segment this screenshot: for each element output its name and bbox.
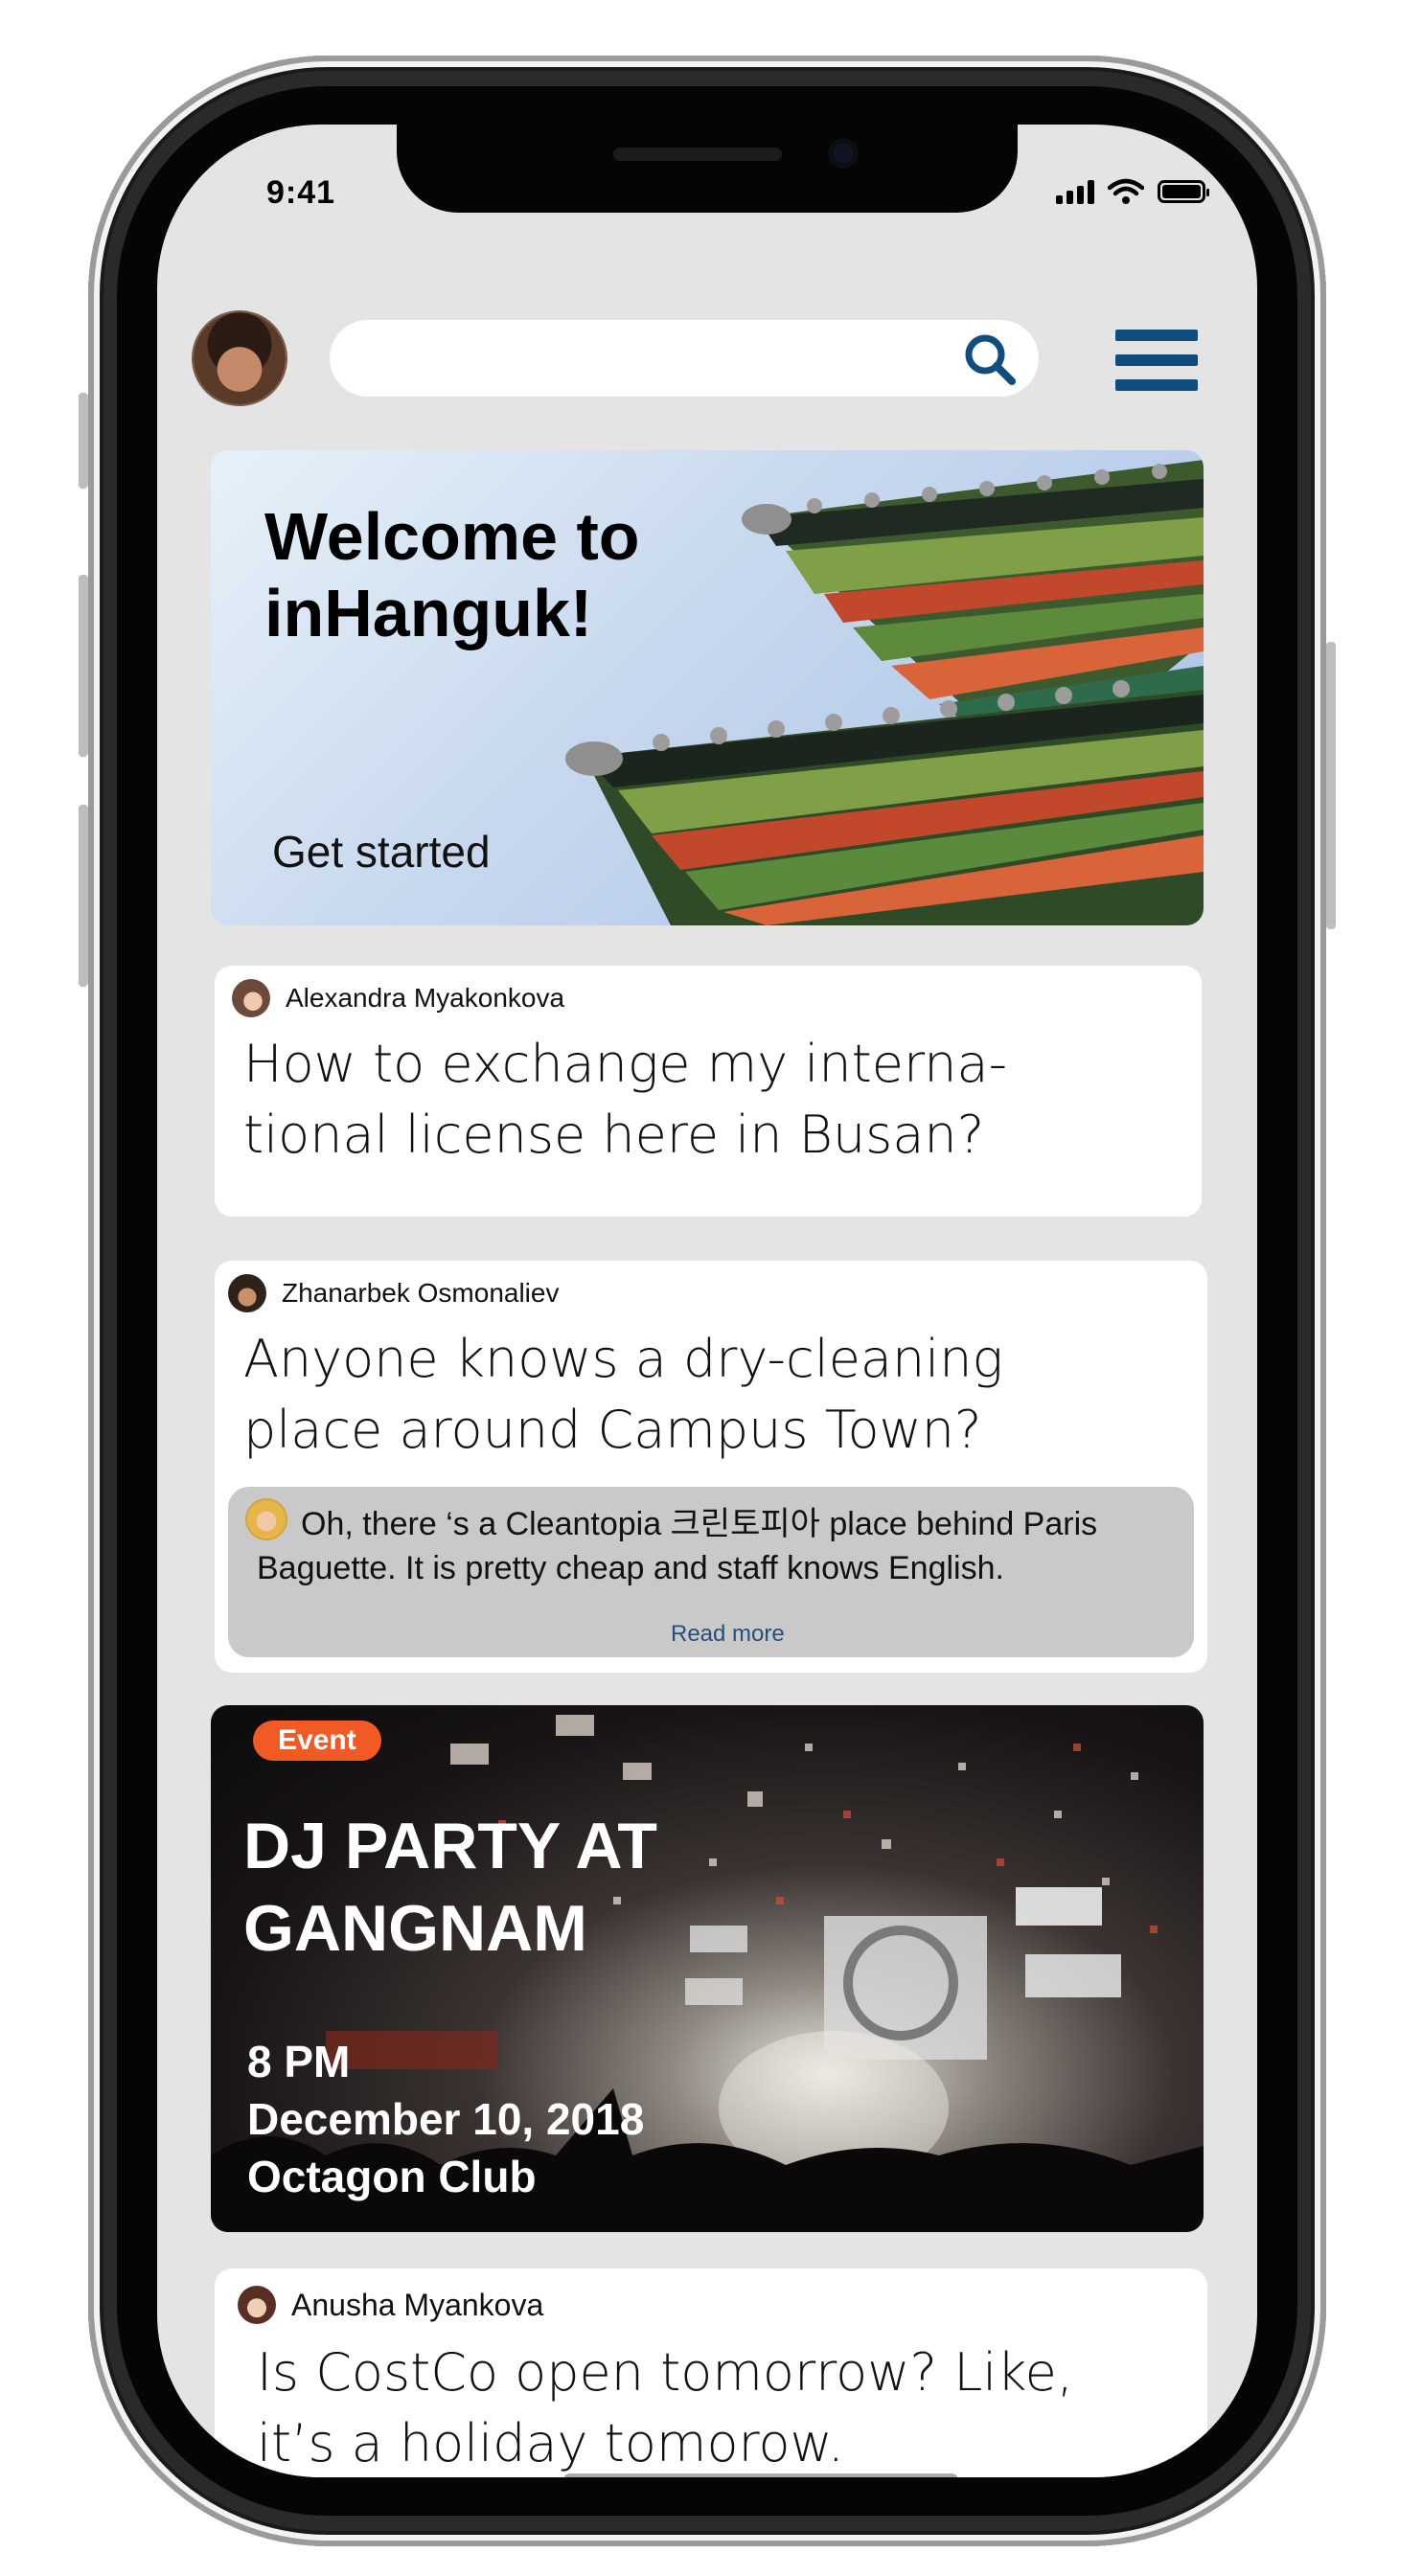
post-question: How to exchange my interna- tional licen… — [243, 1034, 1008, 1165]
author-avatar — [228, 1274, 266, 1312]
author-avatar — [232, 979, 270, 1017]
volume-down-button — [79, 805, 88, 987]
event-badge: Event — [253, 1721, 381, 1761]
author-avatar — [238, 2286, 276, 2324]
search-bar[interactable] — [330, 320, 1039, 397]
power-button — [1326, 642, 1336, 929]
battery-icon — [1158, 180, 1209, 203]
notch — [397, 125, 1018, 213]
reply-text: Oh, there ‘s a Cleantopia 크린토피아 place be… — [257, 1506, 1098, 1586]
post-card[interactable]: Alexandra Myakonkova How to exchange my … — [215, 966, 1202, 1217]
read-more-link[interactable]: Read more — [671, 1621, 785, 1648]
post-question: Is CostCo open tomorrow? Like, it’s a ho… — [257, 2342, 1074, 2473]
front-camera — [828, 138, 859, 169]
post-author[interactable]: Anusha Myankova — [238, 2286, 543, 2324]
wifi-icon — [1108, 178, 1144, 204]
home-indicator[interactable] — [563, 2473, 958, 2477]
event-date: December 10, 2018 — [247, 2094, 645, 2144]
search-input[interactable] — [358, 335, 937, 383]
search-icon[interactable] — [960, 330, 1020, 389]
author-name: Alexandra Myakonkova — [286, 983, 565, 1013]
author-name: Anusha Myankova — [291, 2287, 544, 2322]
app-screen: 9:41 Welcome to inHanguk! Get started Al… — [157, 125, 1257, 2477]
hamburger-menu-icon[interactable] — [1115, 330, 1198, 391]
event-title: DJ PARTY AT GANGNAM — [243, 1805, 657, 1970]
event-time: 8 PM — [247, 2037, 351, 2086]
welcome-card[interactable]: Welcome to inHanguk! Get started — [211, 450, 1204, 925]
event-title-line: DJ PARTY AT — [243, 1810, 657, 1882]
author-name: Zhanarbek Osmonaliev — [282, 1278, 560, 1308]
event-venue: Octagon Club — [247, 2152, 537, 2201]
earpiece-speaker — [613, 148, 782, 161]
welcome-title: Welcome to inHanguk! — [264, 499, 640, 650]
event-card[interactable]: Event DJ PARTY AT GANGNAM 8 PM December … — [211, 1705, 1204, 2232]
event-details: 8 PM December 10, 2018 Octagon Club — [247, 2033, 644, 2205]
post-card[interactable]: Zhanarbek Osmonaliev Anyone knows a dry-… — [215, 1261, 1207, 1673]
volume-up-button — [79, 575, 88, 757]
cellular-signal-icon — [1056, 179, 1094, 204]
silent-switch — [79, 393, 88, 489]
status-icons — [1056, 178, 1209, 205]
user-avatar[interactable] — [194, 312, 286, 404]
post-card[interactable]: Anusha Myankova Is CostCo open tomorrow?… — [215, 2268, 1207, 2477]
post-question: Anyone knows a dry-cleaning place around… — [243, 1329, 1003, 1460]
post-author[interactable]: Alexandra Myakonkova — [232, 979, 564, 1017]
post-author[interactable]: Zhanarbek Osmonaliev — [228, 1274, 559, 1312]
event-title-line: GANGNAM — [243, 1892, 587, 1965]
get-started-link[interactable]: Get started — [272, 826, 491, 878]
status-time: 9:41 — [266, 174, 336, 211]
top-reply[interactable]: Oh, there ‘s a Cleantopia 크린토피아 place be… — [228, 1487, 1194, 1657]
